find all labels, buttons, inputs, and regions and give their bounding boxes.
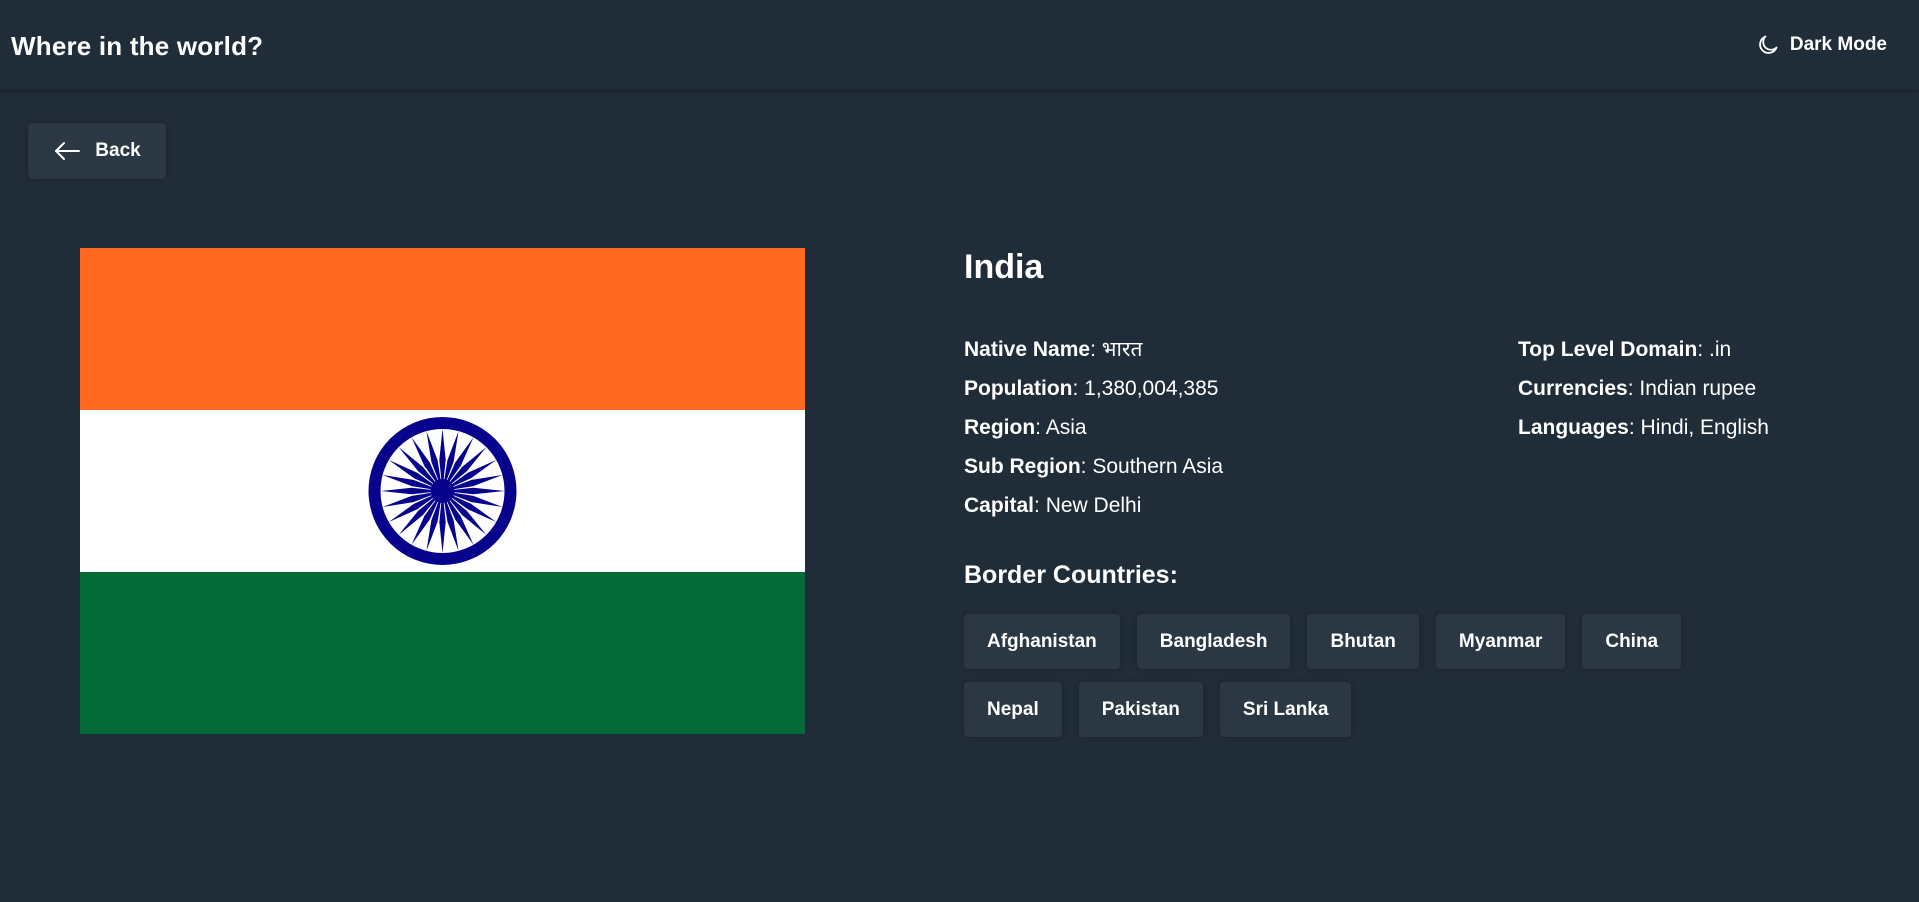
border-countries-title: Border Countries: [964,561,1178,589]
capital-label: Capital [964,494,1035,517]
languages-value: Hindi, English [1640,416,1769,439]
app-header: Where in the world? Dark Mode [0,0,1919,90]
region-row: Region: Asia [964,416,1087,439]
country-flag [80,248,805,734]
border-country-button[interactable]: Bangladesh [1136,614,1291,669]
tld-value: .in [1708,338,1732,361]
currencies-label: Currencies [1518,377,1628,400]
capital-row: Capital: New Delhi [964,494,1142,517]
border-country-button[interactable]: Nepal [964,682,1062,737]
native-name-value: भारत [1101,338,1143,361]
dark-mode-toggle[interactable]: Dark Mode [1756,30,1887,60]
population-value: 1,380,004,385 [1084,377,1219,400]
dark-mode-label: Dark Mode [1789,34,1887,55]
border-country-button[interactable]: Afghanistan [964,614,1120,669]
tld-label: Top Level Domain [1518,338,1698,361]
border-country-button[interactable]: Myanmar [1435,614,1566,669]
flag-stripe-green [80,572,805,734]
population-label: Population [964,377,1073,400]
moon-icon [1756,33,1780,57]
sub-region-value: Southern Asia [1092,455,1224,478]
country-name: India [964,248,1044,286]
border-countries-row-1: Afghanistan Bangladesh Bhutan Myanmar Ch… [964,614,1682,669]
secondary-info: Top Level Domain: .in Currencies: Indian… [1518,330,1769,447]
country-details: India Native Name: भारत Population: 1,38… [964,246,1864,737]
border-country-button[interactable]: Sri Lanka [1219,682,1352,737]
tld-row: Top Level Domain: .in [1518,338,1732,361]
capital-value: New Delhi [1045,494,1142,517]
native-name-row: Native Name: भारत [964,338,1143,361]
primary-info: Native Name: भारत Population: 1,380,004,… [964,330,1223,525]
flag-stripe-saffron [80,248,805,410]
native-name-label: Native Name [964,338,1091,361]
back-button-label: Back [95,140,141,161]
sub-region-row: Sub Region: Southern Asia [964,455,1224,478]
ashoka-chakra [368,417,517,565]
currencies-row: Currencies: Indian rupee [1518,377,1757,400]
population-row: Population: 1,380,004,385 [964,377,1219,400]
region-label: Region [964,416,1036,439]
border-country-button[interactable]: China [1582,614,1682,669]
arrow-left-icon [53,140,81,162]
region-value: Asia [1045,416,1087,439]
sub-region-label: Sub Region [964,455,1081,478]
currencies-value: Indian rupee [1639,377,1757,400]
border-country-button[interactable]: Pakistan [1078,682,1203,737]
languages-row: Languages: Hindi, English [1518,416,1769,439]
languages-label: Languages [1518,416,1629,439]
back-button[interactable]: Back [28,123,166,179]
border-countries-row-2: Nepal Pakistan Sri Lanka [964,682,1352,737]
border-country-button[interactable]: Bhutan [1307,614,1419,669]
app-title: Where in the world? [11,31,264,61]
